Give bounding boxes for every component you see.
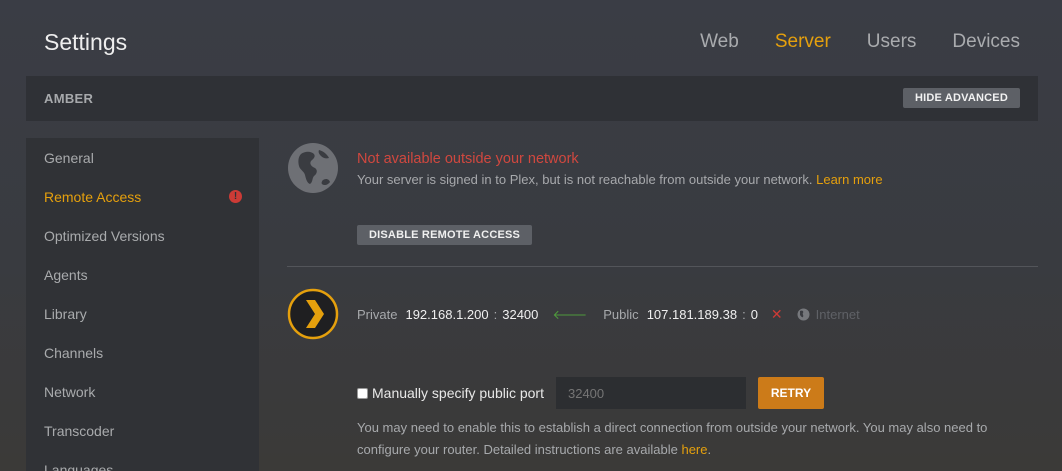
sidebar-item-label: Library (44, 306, 87, 322)
sidebar-item-channels[interactable]: Channels (26, 333, 259, 372)
alert-icon: ! (229, 190, 242, 203)
sidebar-item-optimized-versions[interactable]: Optimized Versions (26, 216, 259, 255)
sidebar-item-label: Transcoder (44, 423, 115, 439)
close-icon: ✕ (770, 306, 783, 322)
connection-status: Private 192.168.1.200 : 32400 🡐 Public 1… (357, 306, 860, 323)
private-ip: 192.168.1.200 (405, 307, 489, 322)
private-separator: : (493, 307, 498, 322)
instructions-link[interactable]: here (681, 442, 707, 457)
learn-more-link[interactable]: Learn more (816, 172, 882, 187)
tab-web[interactable]: Web (700, 31, 739, 53)
globe-small-icon (797, 308, 810, 321)
tab-devices[interactable]: Devices (952, 31, 1020, 53)
sidebar-item-label: Languages (44, 462, 114, 471)
sidebar-item-label: Agents (44, 267, 88, 283)
help-text: You may need to enable this to establish… (357, 417, 1027, 461)
settings-page: Settings Web Server Users Devices AMBER … (0, 0, 1062, 471)
sidebar-item-label: Optimized Versions (44, 228, 165, 244)
settings-sidebar: General Remote Access ! Optimized Versio… (26, 138, 259, 471)
nav-tabs: Web Server Users Devices (700, 31, 1020, 53)
tab-users[interactable]: Users (867, 31, 917, 53)
sidebar-item-remote-access[interactable]: Remote Access ! (26, 177, 259, 216)
sidebar-item-agents[interactable]: Agents (26, 255, 259, 294)
server-bar: AMBER HIDE ADVANCED (26, 76, 1038, 121)
globe-icon (288, 143, 338, 193)
help-text-end: . (707, 442, 712, 457)
public-label: Public (603, 307, 639, 322)
page-title: Settings (44, 29, 128, 55)
status-description: Your server is signed in to Plex, but is… (357, 172, 883, 187)
sidebar-item-general[interactable]: General (26, 138, 259, 177)
sidebar-item-languages[interactable]: Languages (26, 450, 259, 471)
manual-port-row: Manually specify public port RETRY (357, 377, 824, 409)
sidebar-item-label: General (44, 150, 94, 166)
divider (287, 266, 1038, 267)
manual-port-label: Manually specify public port (372, 385, 544, 401)
remote-access-panel: Not available outside your network Your … (287, 138, 1038, 471)
manual-port-checkbox[interactable] (357, 387, 368, 399)
sidebar-item-label: Channels (44, 345, 104, 361)
sidebar-item-network[interactable]: Network (26, 372, 259, 411)
sidebar-item-label: Remote Access (44, 189, 142, 205)
status-title: Not available outside your network (357, 151, 579, 167)
plex-chevron-icon (287, 288, 339, 340)
tab-server[interactable]: Server (775, 31, 831, 53)
public-separator: : (742, 307, 746, 322)
private-label: Private (357, 307, 398, 322)
arrow-left-icon: 🡐 (552, 306, 588, 322)
internet-label: Internet (815, 307, 860, 322)
sidebar-item-library[interactable]: Library (26, 294, 259, 333)
public-port: 0 (750, 307, 758, 322)
server-name: AMBER (44, 91, 94, 106)
private-port: 32400 (502, 307, 539, 322)
status-description-text: Your server is signed in to Plex, but is… (357, 172, 813, 187)
public-ip: 107.181.189.38 (646, 307, 738, 322)
disable-remote-access-button[interactable]: DISABLE REMOTE ACCESS (357, 225, 533, 245)
retry-button[interactable]: RETRY (757, 377, 824, 409)
sidebar-item-label: Network (44, 384, 96, 400)
top-bar: Settings Web Server Users Devices (0, 0, 1062, 76)
sidebar-item-transcoder[interactable]: Transcoder (26, 411, 259, 450)
public-port-input[interactable] (555, 377, 746, 409)
hide-advanced-button[interactable]: HIDE ADVANCED (902, 88, 1020, 108)
help-text-body: You may need to enable this to establish… (357, 420, 988, 457)
